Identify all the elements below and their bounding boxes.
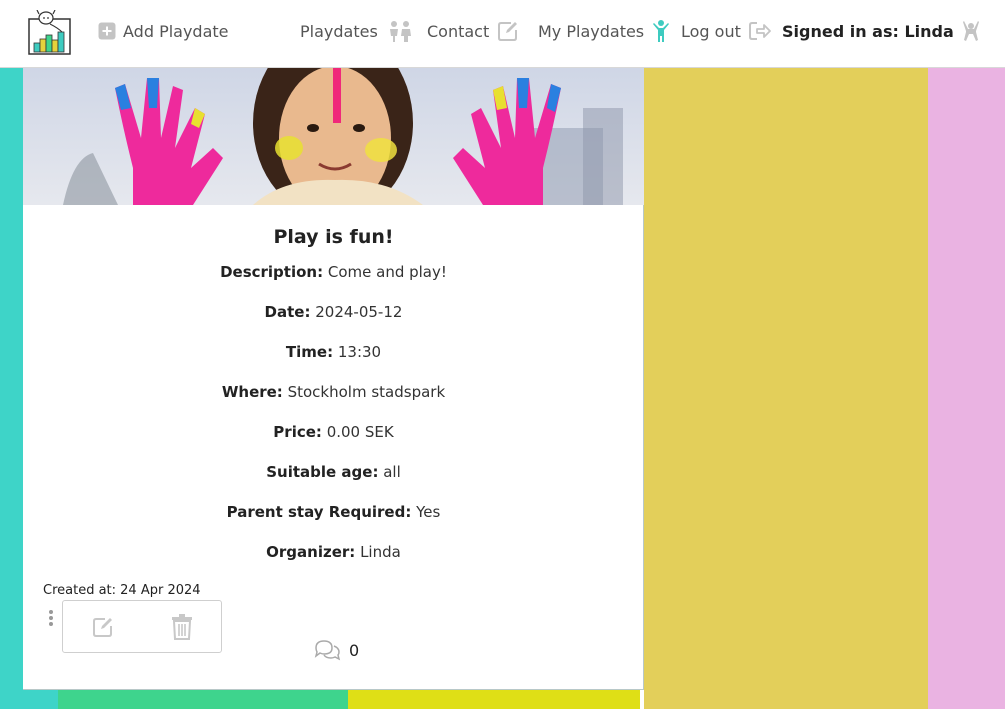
- logo-icon: [28, 9, 71, 55]
- field-value: Linda: [360, 543, 401, 561]
- field-label: Where:: [221, 383, 283, 401]
- field-value: Come and play!: [327, 263, 447, 281]
- trash-icon: [172, 614, 192, 640]
- child-painted-hands-image: [23, 68, 644, 205]
- background-stripe-green: [58, 690, 348, 709]
- background-stripe-pink: [928, 68, 1005, 709]
- more-options-icon[interactable]: [48, 609, 54, 627]
- field-label: Time:: [285, 343, 334, 361]
- field-value: Stockholm stadspark: [287, 383, 446, 401]
- field-value: 2024-05-12: [315, 303, 403, 321]
- nav-contact-label: Contact: [427, 21, 490, 41]
- nav-log-out[interactable]: Log out: [681, 18, 771, 44]
- edit-icon: [497, 20, 519, 42]
- field-value: 13:30: [337, 343, 382, 361]
- field-label: Suitable age:: [266, 463, 379, 481]
- comments-counter[interactable]: 0: [314, 639, 359, 661]
- field-suitable-age: Suitable age: all: [23, 463, 644, 481]
- child-icon: [652, 19, 670, 43]
- signed-in-label: Signed in as: Linda: [782, 21, 954, 41]
- edit-icon: [93, 618, 112, 637]
- field-where: Where: Stockholm stadspark: [23, 383, 644, 401]
- field-label: Date:: [264, 303, 311, 321]
- sign-out-icon: [748, 21, 771, 41]
- field-label: Organizer:: [266, 543, 356, 561]
- field-label: Price:: [273, 423, 322, 441]
- background-stripe-lime: [348, 690, 640, 709]
- field-label: Parent stay Required:: [226, 503, 412, 521]
- background-stripe-yellow: [644, 68, 928, 709]
- playdate-title: Play is fun!: [273, 226, 394, 248]
- nav-my-playdates[interactable]: My Playdates: [538, 18, 670, 44]
- background-stripe-teal-bottom: [0, 690, 58, 709]
- nav-playdates-label: Playdates: [300, 21, 378, 41]
- nav-add-playdate[interactable]: Add Playdate: [98, 18, 229, 44]
- field-time: Time: 13:30: [23, 343, 644, 361]
- field-label: Description:: [220, 263, 324, 281]
- edit-playdate-button[interactable]: [91, 615, 115, 639]
- nav-my-playdates-label: My Playdates: [538, 21, 645, 41]
- nav-contact[interactable]: Contact: [427, 18, 519, 44]
- signed-in-status: Signed in as: Linda: [782, 18, 980, 44]
- field-parent-stay: Parent stay Required: Yes: [23, 503, 644, 521]
- nav-add-playdate-label: Add Playdate: [123, 21, 229, 41]
- comments-count: 0: [349, 640, 360, 660]
- playdate-card: Play is fun! Description: Come and play!…: [23, 68, 644, 690]
- plus-square-icon: [98, 22, 116, 40]
- child-reaching-icon: [962, 20, 980, 42]
- field-price: Price: 0.00 SEK: [23, 423, 644, 441]
- created-at: Created at: 24 Apr 2024: [43, 583, 201, 598]
- nav-playdates[interactable]: Playdates: [300, 18, 414, 44]
- navbar: Add Playdate Playdates Contact My Playda…: [0, 0, 1005, 68]
- field-value: Yes: [416, 503, 441, 521]
- playdate-hero-image: [23, 68, 644, 205]
- site-logo[interactable]: [28, 9, 72, 56]
- field-organizer: Organizer: Linda: [23, 543, 644, 561]
- comments-icon: [314, 640, 341, 661]
- children-icon: [386, 20, 414, 42]
- playdate-actions-menu: [62, 600, 222, 653]
- nav-log-out-label: Log out: [681, 21, 741, 41]
- field-value: all: [383, 463, 401, 481]
- field-date: Date: 2024-05-12: [23, 303, 644, 321]
- field-description: Description: Come and play!: [23, 263, 644, 281]
- background-stripe-teal: [0, 68, 23, 709]
- delete-playdate-button[interactable]: [171, 614, 193, 640]
- field-value: 0.00 SEK: [326, 423, 394, 441]
